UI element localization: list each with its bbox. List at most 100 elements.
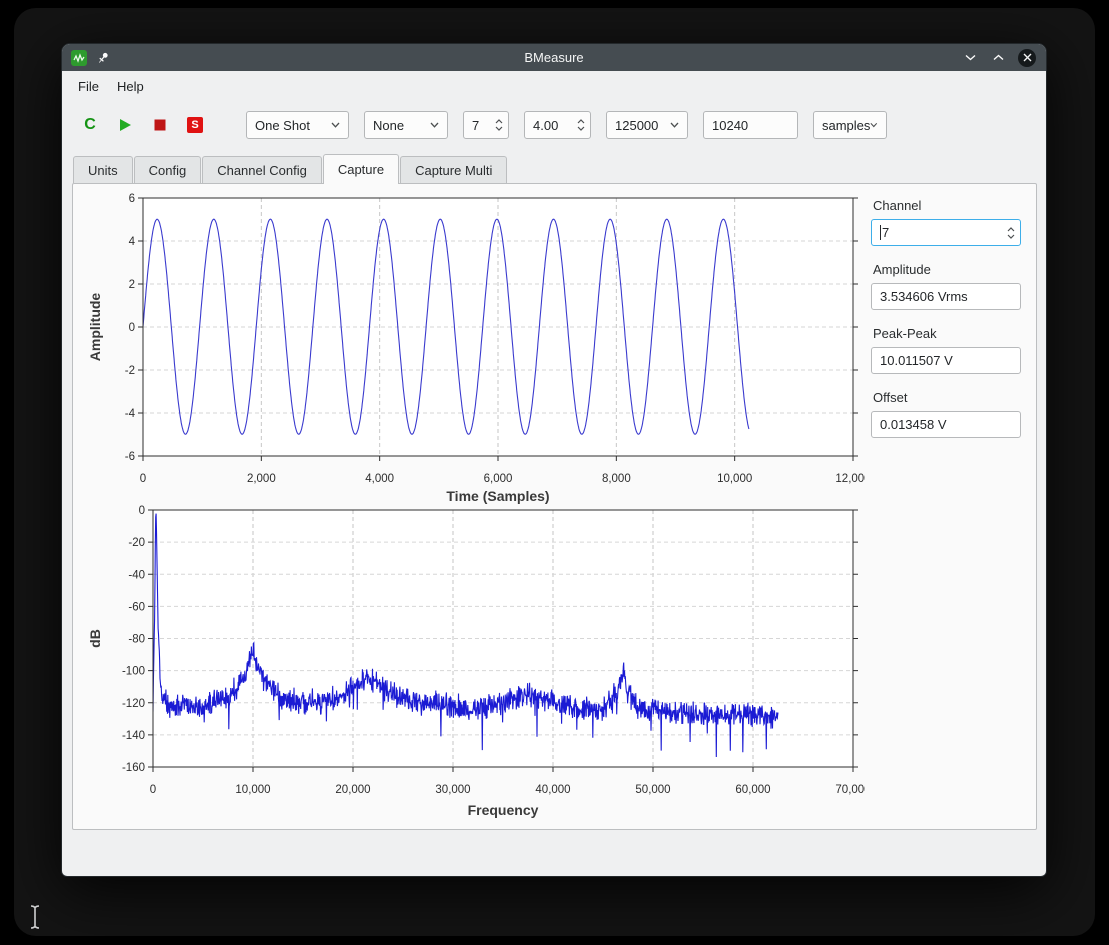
svg-text:8,000: 8,000 — [602, 473, 631, 485]
window-title: BMeasure — [62, 50, 1046, 65]
menubar: File Help — [62, 71, 1046, 101]
channel-spinbox[interactable]: 7 — [871, 219, 1021, 246]
samples-input[interactable]: 10240 — [703, 111, 798, 139]
trigger-combo[interactable]: None — [364, 111, 448, 139]
close-button[interactable] — [1018, 49, 1036, 67]
svg-text:-140: -140 — [122, 730, 145, 742]
menu-help[interactable]: Help — [108, 75, 153, 98]
mouse-cursor-ibeam — [28, 905, 42, 934]
channel-spinner-value: 7 — [472, 118, 479, 133]
chevron-up-icon — [1007, 227, 1015, 232]
amplitude-value: 3.534606 Vrms — [880, 289, 968, 304]
pin-icon[interactable] — [95, 50, 111, 66]
tab-capture[interactable]: Capture — [323, 154, 399, 184]
svg-text:dB: dB — [87, 629, 103, 648]
stop-icon — [154, 119, 166, 131]
channel-spinner[interactable]: 7 — [463, 111, 509, 139]
spinner-arrows[interactable] — [1007, 227, 1015, 239]
svg-text:50,000: 50,000 — [635, 784, 670, 796]
chevron-down-icon — [1007, 234, 1015, 239]
offset-label: Offset — [873, 390, 1031, 405]
peak-peak-field[interactable]: 10.011507 V — [871, 347, 1021, 374]
spectrum-chart: 010,00020,00030,00040,00050,00060,00070,… — [73, 504, 865, 826]
svg-text:Amplitude: Amplitude — [87, 293, 103, 362]
stop-button[interactable] — [150, 115, 170, 135]
units-combo-value: samples — [822, 118, 870, 133]
bmeasure-window: BMeasure — [62, 44, 1046, 876]
amplitude-field[interactable]: 3.534606 Vrms — [871, 283, 1021, 310]
mode-combo-value: One Shot — [255, 118, 310, 133]
single-shot-button[interactable]: S — [185, 115, 205, 135]
svg-text:-80: -80 — [128, 634, 145, 646]
spinner-arrows[interactable] — [495, 119, 503, 131]
titlebar[interactable]: BMeasure — [62, 44, 1046, 71]
chevron-down-icon — [331, 122, 340, 128]
svg-text:-6: -6 — [125, 451, 135, 463]
measurement-sidebar: Channel 7 Amplitude 3.534606 Vrms Peak-P… — [871, 198, 1031, 454]
text-caret — [880, 225, 881, 240]
svg-text:70,000: 70,000 — [835, 784, 865, 796]
svg-text:20,000: 20,000 — [335, 784, 370, 796]
svg-text:6: 6 — [129, 193, 135, 205]
svg-text:60,000: 60,000 — [735, 784, 770, 796]
capture-panel: 02,0004,0006,0008,00010,00012,0006420-2-… — [72, 183, 1037, 830]
chevron-down-icon — [577, 126, 585, 131]
spinner-arrows[interactable] — [577, 119, 585, 131]
svg-text:-120: -120 — [122, 698, 145, 710]
svg-text:-4: -4 — [125, 408, 136, 420]
channel-label: Channel — [873, 198, 1031, 213]
svg-text:2: 2 — [129, 279, 135, 291]
chevron-down-icon — [495, 126, 503, 131]
waveform-chart: 02,0004,0006,0008,00010,00012,0006420-2-… — [73, 184, 865, 506]
chevron-up-icon — [495, 119, 503, 124]
chevron-down-icon — [670, 122, 679, 128]
svg-text:-60: -60 — [128, 601, 145, 613]
tab-config[interactable]: Config — [134, 156, 202, 183]
channel-spinbox-value: 7 — [882, 225, 889, 240]
svg-text:30,000: 30,000 — [435, 784, 470, 796]
svg-text:0: 0 — [139, 505, 145, 517]
svg-text:2,000: 2,000 — [247, 473, 276, 485]
tab-channel-config[interactable]: Channel Config — [202, 156, 322, 183]
units-combo[interactable]: samples — [813, 111, 887, 139]
play-icon — [119, 118, 132, 132]
svg-text:4,000: 4,000 — [365, 473, 394, 485]
threshold-spinner-value: 4.00 — [533, 118, 558, 133]
connect-button[interactable]: C — [80, 115, 100, 135]
svg-text:Time (Samples): Time (Samples) — [446, 488, 549, 504]
chevron-down-icon — [430, 122, 439, 128]
threshold-spinner[interactable]: 4.00 — [524, 111, 591, 139]
svg-text:-160: -160 — [122, 762, 145, 774]
chevron-up-icon — [577, 119, 585, 124]
menu-file[interactable]: File — [69, 75, 108, 98]
tabbar: Units Config Channel Config Capture Capt… — [62, 149, 1046, 183]
svg-text:10,000: 10,000 — [235, 784, 270, 796]
toolbar: C S One Shot None 7 4.00 — [62, 101, 1046, 149]
samples-input-value: 10240 — [712, 118, 748, 133]
mode-combo[interactable]: One Shot — [246, 111, 349, 139]
svg-text:-2: -2 — [125, 365, 135, 377]
svg-text:-100: -100 — [122, 666, 145, 678]
trigger-combo-value: None — [373, 118, 404, 133]
app-icon — [71, 50, 87, 66]
svg-text:6,000: 6,000 — [484, 473, 513, 485]
connect-label: C — [84, 116, 96, 134]
tab-units[interactable]: Units — [73, 156, 133, 183]
svg-text:-20: -20 — [128, 537, 145, 549]
peak-peak-label: Peak-Peak — [873, 326, 1031, 341]
svg-text:0: 0 — [150, 784, 156, 796]
tab-capture-multi[interactable]: Capture Multi — [400, 156, 507, 183]
shade-button[interactable] — [962, 50, 978, 66]
single-shot-label: S — [187, 117, 203, 133]
chevron-down-icon — [870, 122, 878, 128]
samplerate-combo[interactable]: 125000 — [606, 111, 688, 139]
maximize-button[interactable] — [990, 50, 1006, 66]
amplitude-label: Amplitude — [873, 262, 1031, 277]
svg-text:0: 0 — [140, 473, 146, 485]
peak-peak-value: 10.011507 V — [880, 353, 953, 368]
play-button[interactable] — [115, 115, 135, 135]
svg-text:Frequency: Frequency — [468, 802, 539, 818]
samplerate-combo-value: 125000 — [615, 118, 658, 133]
svg-text:12,000: 12,000 — [835, 473, 865, 485]
offset-field[interactable]: 0.013458 V — [871, 411, 1021, 438]
